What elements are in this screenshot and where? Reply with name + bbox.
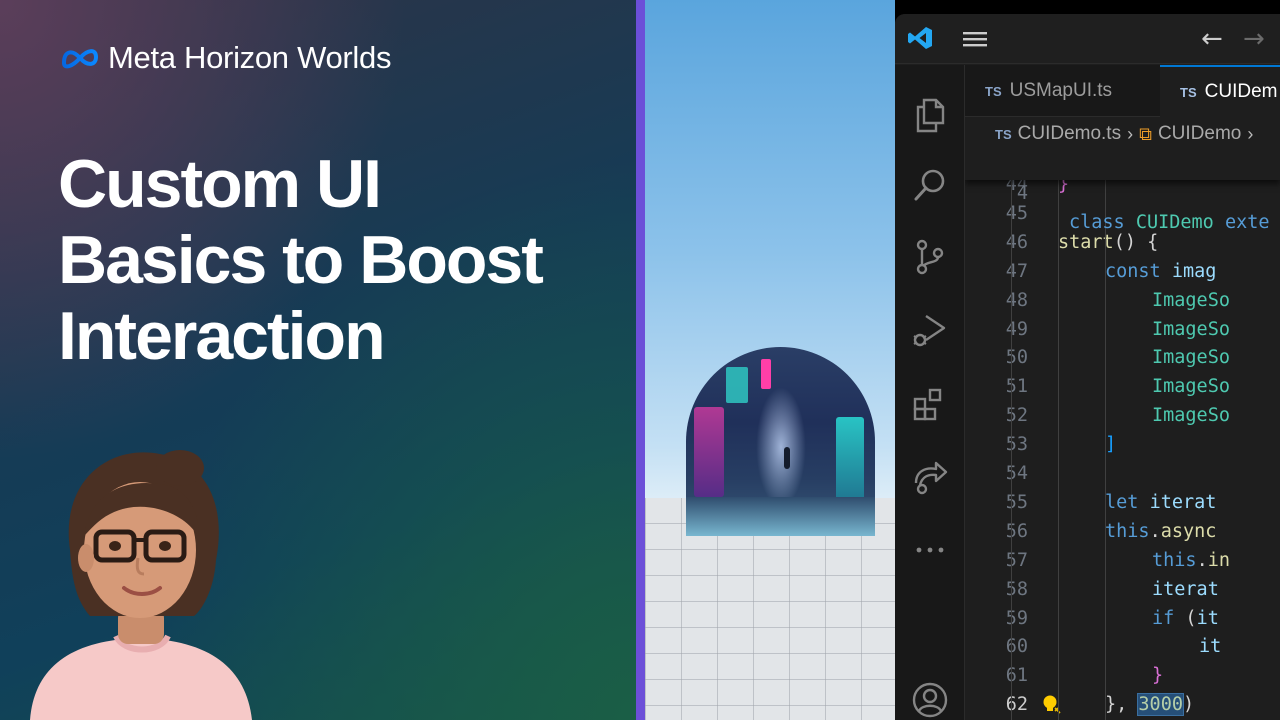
search-icon[interactable] — [910, 165, 950, 205]
code-text: ImageSo — [1152, 376, 1230, 398]
more-icon[interactable] — [910, 530, 950, 570]
keyword: class — [1069, 212, 1125, 233]
typescript-badge-icon: TS — [985, 83, 1002, 99]
line-number: 61 — [1005, 665, 1028, 687]
run-debug-icon[interactable] — [910, 310, 950, 350]
code-editor[interactable]: 4 class CUIDemo exte 44} 45 46 start() {47 c… — [965, 150, 1280, 720]
breadcrumb: TS CUIDemo.ts › ⧉ CUIDemo › — [965, 118, 1280, 150]
meta-logo-icon — [61, 49, 99, 69]
line-number: 60 — [1005, 636, 1028, 658]
line-number: 58 — [1005, 578, 1028, 600]
class-name: CUIDemo — [1135, 212, 1214, 233]
title-bar: ← → — [895, 14, 1280, 64]
headline-line-3: Interaction — [58, 298, 386, 374]
headline-line-1: Custom UI — [58, 146, 382, 222]
code-line[interactable]: 52 ImageSo — [965, 401, 1280, 430]
activity-bar — [895, 65, 965, 720]
menu-icon[interactable] — [961, 29, 989, 49]
code-text: it — [1199, 636, 1222, 658]
source-control-icon[interactable] — [910, 237, 950, 277]
code-text: }, 3000) — [1105, 693, 1195, 717]
remote-share-icon[interactable] — [910, 457, 950, 497]
line-number: 48 — [1005, 289, 1028, 311]
avatar-illustration — [30, 450, 252, 720]
sticky-scroll-line: 4 class CUIDemo exte — [965, 150, 1280, 233]
code-line[interactable]: 53] — [965, 430, 1280, 459]
line-number: 59 — [1005, 607, 1028, 629]
extensions-icon[interactable] — [910, 385, 950, 425]
tab-cuidemo[interactable]: TS CUIDem — [1160, 65, 1280, 117]
code-text: ] — [1105, 434, 1117, 456]
headline-line-2: Basics to Boost — [58, 222, 544, 298]
code-line[interactable]: 51 ImageSo — [965, 372, 1280, 401]
code-text: iterat — [1152, 578, 1219, 600]
tab-label: USMapUI.ts — [1009, 80, 1113, 101]
explorer-icon[interactable] — [910, 95, 950, 135]
code-line[interactable]: 50 ImageSo — [965, 343, 1280, 372]
code-text: const imag — [1105, 260, 1217, 282]
tab-usmapui[interactable]: TS USMapUI.ts — [985, 65, 1160, 117]
indent-guide — [1058, 180, 1059, 720]
code-text: if (it — [1152, 607, 1219, 629]
line-number: 50 — [1005, 347, 1028, 369]
class-symbol-icon: ⧉ — [1139, 123, 1152, 145]
vscode-logo-icon — [908, 27, 932, 49]
code-line[interactable]: 60 it — [965, 632, 1280, 661]
line-number: 53 — [1005, 434, 1028, 456]
code-text: this.in — [1152, 549, 1230, 571]
promo-panel: Meta Horizon Worlds Custom UI Basics to … — [0, 0, 636, 720]
headline: Custom UI Basics to Boost Interaction — [58, 146, 618, 374]
code-line[interactable]: 58 iterat — [965, 575, 1280, 604]
account-icon[interactable] — [910, 680, 950, 720]
code-line[interactable]: 49 ImageSo — [965, 315, 1280, 344]
line-number: 4 — [1016, 183, 1028, 204]
line-number: 51 — [1005, 376, 1028, 398]
code-editor-window: ← → TS USMapUI.ts TS CUIDem TS CUIDemo.t… — [895, 14, 1280, 720]
code-text: ImageSo — [1152, 347, 1230, 369]
code-text: } — [1152, 665, 1164, 687]
world-scene — [645, 0, 895, 720]
line-number: 56 — [1005, 520, 1028, 542]
keyword: exte — [1224, 212, 1270, 233]
typescript-badge-icon: TS — [995, 126, 1012, 142]
code-line[interactable]: 54 — [965, 459, 1280, 488]
back-arrow-icon[interactable]: ← — [1201, 24, 1223, 54]
code-line[interactable]: 59 if (it — [965, 604, 1280, 633]
code-text: let iterat — [1105, 491, 1217, 513]
code-text: this.async — [1105, 520, 1217, 542]
chevron-right-icon: › — [1127, 123, 1134, 144]
line-number: 55 — [1005, 491, 1028, 513]
line-number: 54 — [1005, 463, 1028, 484]
chevron-right-icon: › — [1247, 123, 1254, 144]
code-text: ImageSo — [1152, 318, 1230, 340]
code-line[interactable]: 61} — [965, 661, 1280, 690]
typescript-badge-icon: TS — [1180, 84, 1197, 100]
line-number: 52 — [1005, 405, 1028, 427]
cyberpunk-image-panel — [686, 347, 875, 536]
tab-label: CUIDem — [1204, 81, 1278, 102]
line-number: 57 — [1005, 549, 1028, 571]
breadcrumb-file[interactable]: CUIDemo.ts — [1018, 123, 1121, 145]
code-line[interactable]: 57 this.in — [965, 546, 1280, 575]
line-number: 62 — [1005, 694, 1028, 716]
brand: Meta Horizon Worlds — [60, 40, 391, 76]
line-number: 49 — [1005, 318, 1028, 340]
code-text: ImageSo — [1152, 289, 1230, 311]
divider-bar — [636, 0, 645, 720]
breadcrumb-symbol[interactable]: CUIDemo — [1158, 123, 1241, 145]
code-line[interactable]: 55 let iterat — [965, 488, 1280, 517]
brand-name: Meta Horizon Worlds — [108, 40, 392, 75]
code-line[interactable]: 48 ImageSo — [965, 286, 1280, 315]
code-text: ImageSo — [1152, 405, 1230, 427]
code-line[interactable]: 56 this.async — [965, 517, 1280, 546]
code-line[interactable]: 62 }, 3000) — [965, 690, 1280, 719]
indent-guide — [1105, 180, 1106, 720]
forward-arrow-icon[interactable]: → — [1243, 24, 1265, 54]
editor-tabs: TS USMapUI.ts TS CUIDem — [965, 65, 1280, 117]
